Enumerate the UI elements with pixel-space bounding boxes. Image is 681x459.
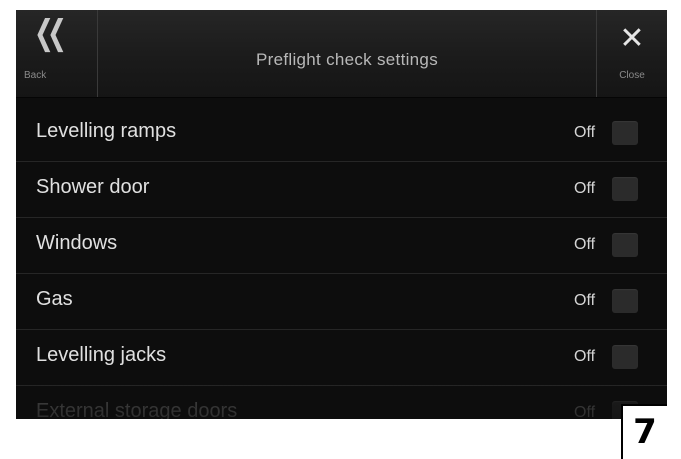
setting-state: Off — [574, 180, 596, 197]
setting-state: Off — [574, 404, 596, 419]
header-bar: ❮❮ Back Preflight check settings ✕ Close — [16, 10, 667, 98]
setting-state: Off — [574, 124, 596, 141]
page-number-box: 7 — [621, 404, 667, 459]
back-button-label: Back — [24, 70, 47, 81]
close-button[interactable]: ✕ Close — [596, 10, 667, 97]
setting-state: Off — [574, 348, 596, 365]
toggle-checkbox[interactable] — [612, 345, 638, 369]
setting-row-shower-door[interactable]: Shower door Off — [16, 162, 667, 218]
close-icon: ✕ — [619, 21, 645, 56]
setting-label: Levelling ramps — [36, 120, 177, 142]
toggle-checkbox[interactable] — [612, 233, 638, 257]
setting-row-external-storage-doors[interactable]: External storage doors Off — [16, 386, 667, 419]
setting-label: Windows — [36, 232, 118, 254]
setting-row-levelling-ramps[interactable]: Levelling ramps Off — [16, 106, 667, 162]
page-number: 7 — [633, 412, 657, 452]
settings-screen: ❮❮ Back Preflight check settings ✕ Close… — [16, 10, 667, 419]
double-chevron-left-icon: ❮❮ — [34, 13, 67, 53]
caption-area — [16, 419, 667, 459]
setting-row-gas[interactable]: Gas Off — [16, 274, 667, 330]
settings-list: Levelling ramps Off Shower door Off Wind… — [16, 106, 667, 419]
setting-label: Levelling jacks — [36, 344, 167, 366]
setting-row-levelling-jacks[interactable]: Levelling jacks Off — [16, 330, 667, 386]
close-button-label: Close — [619, 70, 645, 81]
toggle-checkbox[interactable] — [612, 177, 638, 201]
toggle-checkbox[interactable] — [612, 121, 638, 145]
setting-label: External storage doors — [36, 400, 238, 419]
toggle-checkbox[interactable] — [612, 289, 638, 313]
setting-state: Off — [574, 236, 596, 253]
setting-label: Gas — [36, 288, 73, 310]
back-button[interactable]: ❮❮ Back — [16, 10, 98, 97]
page-title: Preflight check settings — [255, 50, 438, 69]
setting-row-windows[interactable]: Windows Off — [16, 218, 667, 274]
setting-label: Shower door — [36, 176, 150, 198]
setting-state: Off — [574, 292, 596, 309]
